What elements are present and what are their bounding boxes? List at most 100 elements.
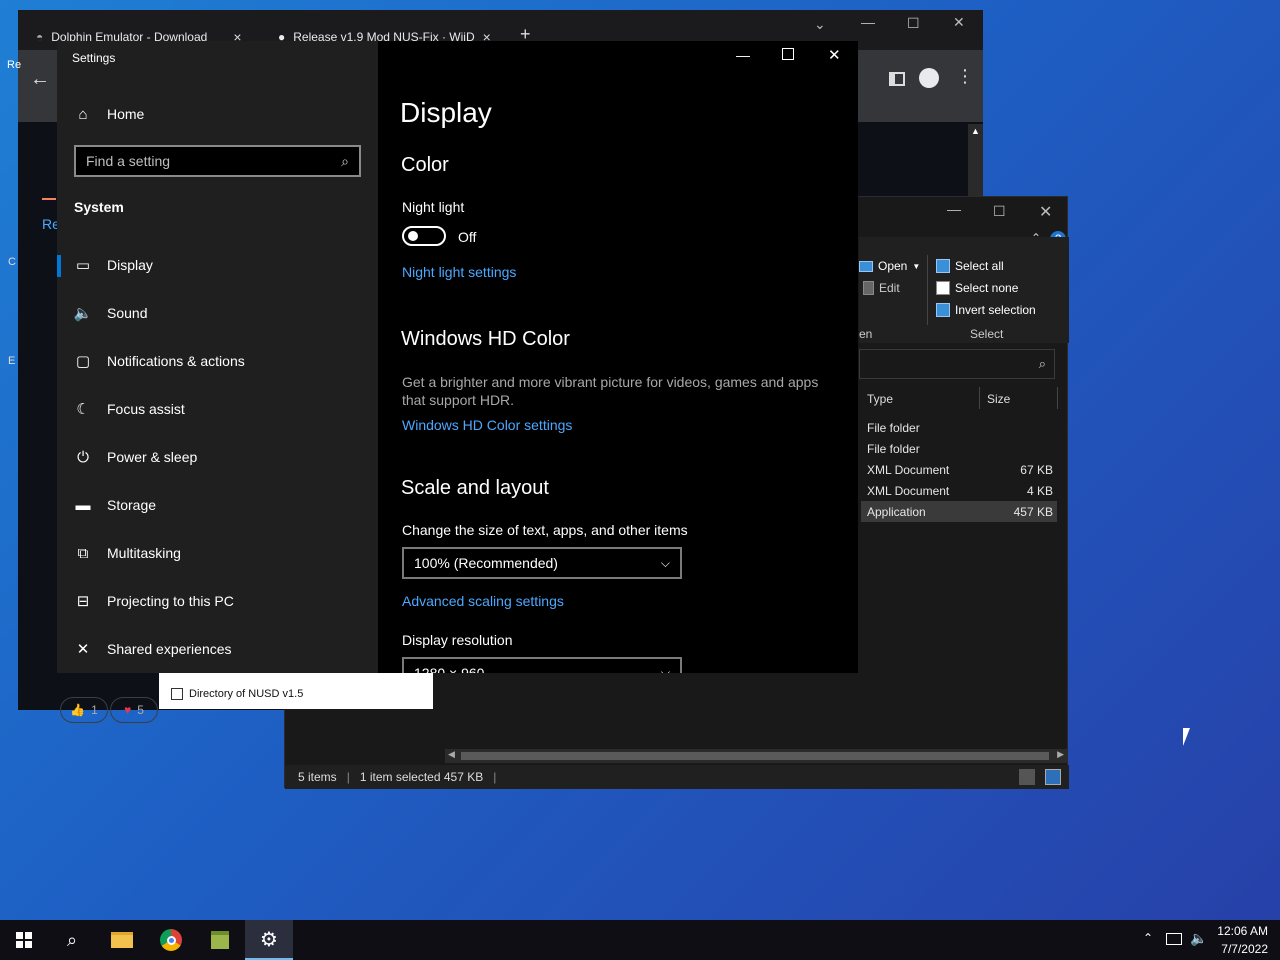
nav-projecting[interactable]: ⊟ Projecting to this PC <box>57 579 378 623</box>
explorer-ribbon: Open ▼ Edit Select all Select none Invert… <box>859 237 1069 343</box>
volume-muted-icon[interactable]: 🔈 <box>1190 930 1207 947</box>
clock-time: 12:06 AM <box>1217 924 1268 938</box>
mouse-cursor <box>1183 728 1190 746</box>
settings-sidebar: Settings ⌂ Home Find a setting ⌕ System … <box>57 41 378 673</box>
toggle-state-label: Off <box>458 229 477 245</box>
page-title: Display <box>400 97 492 128</box>
resolution-dropdown-value: 1280 × 960 <box>414 665 485 673</box>
notification-icon: ▢ <box>75 353 91 370</box>
profile-avatar[interactable] <box>919 68 939 88</box>
reaction-thumbs-up[interactable]: 👍 1 <box>60 697 108 723</box>
hdr-settings-link[interactable]: Windows HD Color settings <box>402 417 572 433</box>
browser-minimize-icon[interactable]: — <box>861 14 875 30</box>
browser-maximize-icon[interactable]: ☐ <box>907 15 920 32</box>
settings-taskbar-button[interactable]: ⚙ <box>245 920 293 960</box>
multitasking-icon: ⧉ <box>77 544 89 562</box>
checklist-item[interactable]: Directory of NUSD v1.5 <box>171 688 303 700</box>
section-heading: System <box>74 199 124 215</box>
start-button[interactable] <box>0 920 48 960</box>
speaker-icon: 🔈 <box>73 305 93 322</box>
nav-focus-assist[interactable]: ☾ Focus assist <box>57 387 378 431</box>
explorer-maximize-icon[interactable]: ☐ <box>993 203 1006 220</box>
ribbon-divider <box>927 255 928 325</box>
file-row[interactable]: File folder <box>861 417 1057 438</box>
tab-search-icon[interactable]: ⌄ <box>814 16 826 33</box>
ribbon-invert-selection-button[interactable]: Invert selection <box>936 303 1036 317</box>
column-size-header[interactable]: Size <box>987 392 1010 406</box>
scroll-up-icon[interactable]: ▲ <box>968 126 983 136</box>
column-divider <box>979 387 980 409</box>
ribbon-select-none-button[interactable]: Select none <box>936 281 1018 295</box>
reaction-count: 1 <box>91 703 98 717</box>
settings-main: Display Color Night light Off Night ligh… <box>400 41 858 673</box>
network-icon[interactable] <box>1166 933 1182 945</box>
settings-search-input[interactable]: Find a setting ⌕ <box>74 145 361 177</box>
ribbon-group-label: Select <box>970 327 1004 341</box>
nav-shared-experiences[interactable]: ✕ Shared experiences <box>57 627 378 671</box>
browser-menu-icon[interactable]: ⋮ <box>956 66 974 87</box>
search-placeholder: Find a setting <box>86 153 171 169</box>
ribbon-select-all-button[interactable]: Select all <box>936 259 1004 273</box>
chrome-taskbar-button[interactable] <box>147 920 195 960</box>
ribbon-edit-button[interactable]: Edit <box>863 281 900 295</box>
night-light-toggle[interactable] <box>402 226 446 246</box>
large-icons-view-icon[interactable] <box>1045 769 1061 785</box>
explorer-close-icon[interactable]: ✕ <box>1039 202 1052 222</box>
explorer-status-bar: 5 items | 1 item selected 457 KB | <box>285 765 1069 789</box>
horizontal-scrollbar[interactable]: ◀ ▶ <box>445 749 1067 763</box>
ribbon-group-label: en <box>859 327 873 341</box>
chevron-down-icon: ⌵ <box>660 665 670 673</box>
power-icon: ⏻ <box>77 448 89 466</box>
scale-heading: Scale and layout <box>401 477 549 499</box>
nav-power-sleep[interactable]: ⏻ Power & sleep <box>57 435 378 479</box>
file-list: File folder File folder XML Document 67 K… <box>861 417 1057 522</box>
scale-dropdown[interactable]: 100% (Recommended) ⌵ <box>402 547 682 579</box>
resolution-dropdown[interactable]: 1280 × 960 ⌵ <box>402 657 682 673</box>
file-explorer-taskbar-button[interactable] <box>98 920 146 960</box>
advanced-scaling-link[interactable]: Advanced scaling settings <box>402 593 564 609</box>
file-row[interactable]: File folder <box>861 438 1057 459</box>
scroll-right-icon[interactable]: ▶ <box>1057 749 1064 760</box>
reaction-count: 5 <box>137 703 144 717</box>
sidebar-icon[interactable] <box>889 72 905 86</box>
browser-close-icon[interactable]: ✕ <box>953 14 965 31</box>
nav-storage[interactable]: ▬ Storage <box>57 483 378 527</box>
nav-display[interactable]: ▭ Display <box>57 243 378 287</box>
ribbon-open-button[interactable]: Open ▼ <box>859 259 920 273</box>
file-row[interactable]: XML Document 4 KB <box>861 480 1057 501</box>
select-all-icon <box>936 259 950 273</box>
reaction-heart[interactable]: ♥ 5 <box>110 697 158 723</box>
installer-taskbar-button[interactable] <box>196 920 244 960</box>
explorer-search-box[interactable]: ⌕ <box>859 349 1055 379</box>
projecting-icon: ⊟ <box>76 593 90 610</box>
nav-home[interactable]: ⌂ Home <box>57 92 378 136</box>
nav-multitasking[interactable]: ⧉ Multitasking <box>57 531 378 575</box>
home-icon: ⌂ <box>78 105 88 123</box>
details-view-icon[interactable] <box>1019 769 1035 785</box>
settings-window: Settings ⌂ Home Find a setting ⌕ System … <box>57 41 858 673</box>
column-type-header[interactable]: Type <box>867 392 893 406</box>
taskbar: ⌕ ⚙ ⌃ 🔈 12:06 AM 7/7/2022 <box>0 920 1280 960</box>
status-item-count: 5 items <box>298 770 337 784</box>
search-icon: ⌕ <box>66 929 78 950</box>
taskbar-clock[interactable]: 12:06 AM 7/7/2022 <box>1217 922 1268 958</box>
column-headers: Type Size <box>859 385 1059 411</box>
clock-date: 7/7/2022 <box>1221 942 1268 956</box>
tab-favicon-icon: ◓ <box>36 30 44 44</box>
file-row[interactable]: XML Document 67 KB <box>861 459 1057 480</box>
back-icon[interactable]: ← <box>30 68 50 91</box>
moon-icon: ☾ <box>76 401 90 418</box>
explorer-minimize-icon[interactable]: — <box>947 201 961 217</box>
file-row-selected[interactable]: Application 457 KB <box>861 501 1057 522</box>
night-light-settings-link[interactable]: Night light settings <box>402 264 516 280</box>
search-button[interactable]: ⌕ <box>48 920 96 960</box>
nav-notifications[interactable]: ▢ Notifications & actions <box>57 339 378 383</box>
checkbox[interactable] <box>171 688 183 700</box>
scrollbar-thumb[interactable] <box>461 752 1049 760</box>
thumbs-up-icon: 👍 <box>70 703 86 717</box>
gear-icon: ⚙ <box>260 928 278 951</box>
nav-sound[interactable]: 🔈 Sound <box>57 291 378 335</box>
invert-selection-icon <box>936 303 950 317</box>
show-hidden-icons-icon[interactable]: ⌃ <box>1143 931 1153 945</box>
scroll-left-icon[interactable]: ◀ <box>448 749 455 760</box>
